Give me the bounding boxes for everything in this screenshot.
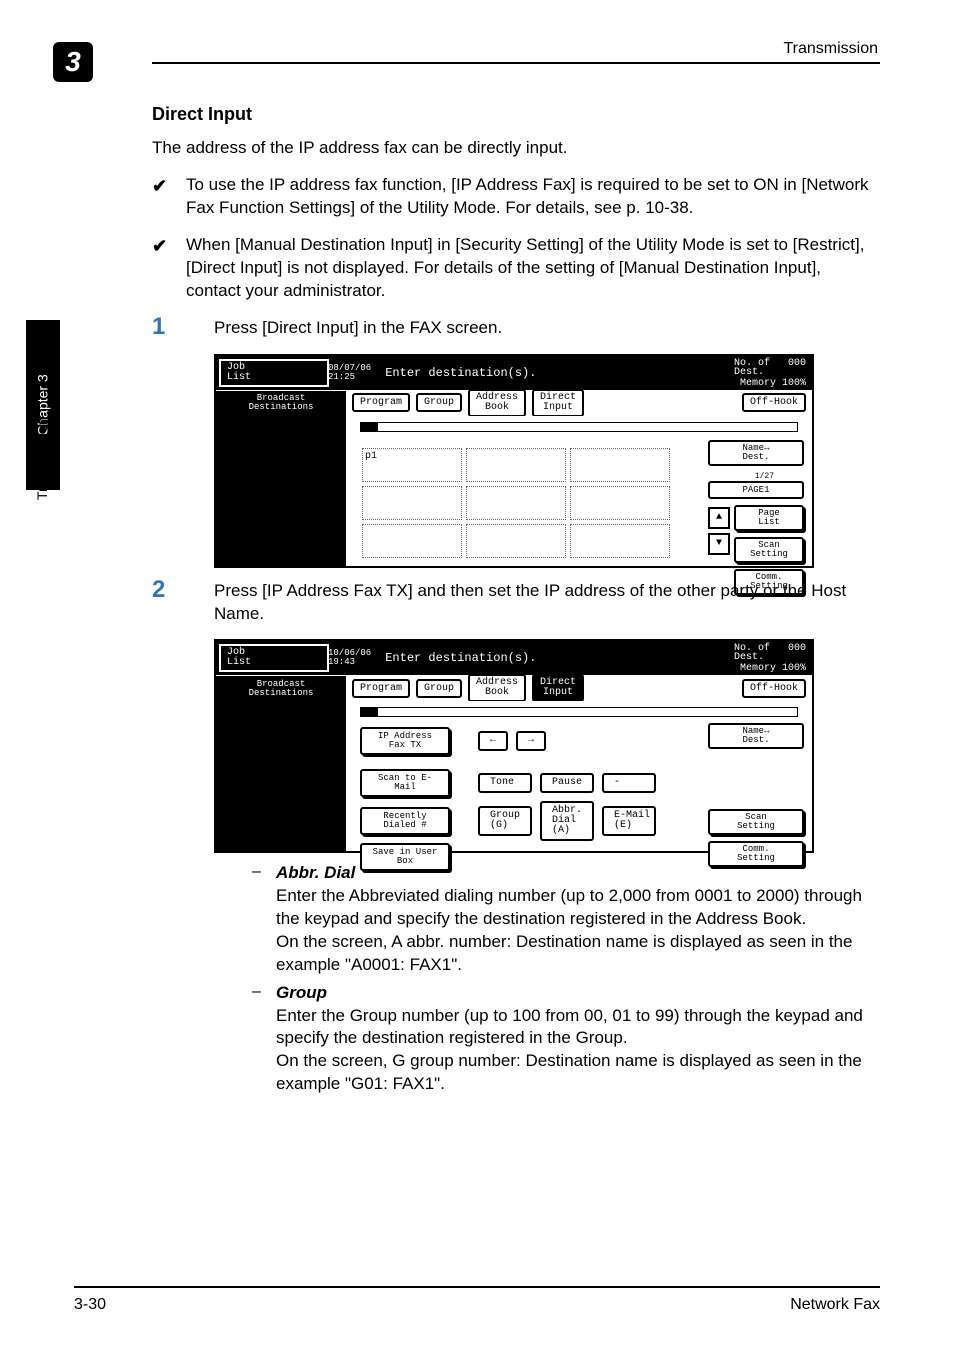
group-tab[interactable]: Group (416, 679, 462, 698)
definition-term: Group (276, 983, 327, 1002)
name-dest-toggle[interactable]: Name↔ Dest. (708, 440, 804, 466)
dest-cell[interactable] (570, 486, 670, 520)
email-e-button[interactable]: E-Mail (E) (602, 806, 656, 836)
dest-cell[interactable] (466, 524, 566, 558)
dest-cell[interactable] (466, 448, 566, 482)
scan-setting-button[interactable]: Scan Setting (734, 537, 804, 563)
definition-desc: Enter the Abbreviated dialing number (up… (276, 885, 874, 976)
step-text: Press [Direct Input] in the FAX screen. (214, 317, 874, 340)
step-1: 1 Press [Direct Input] in the FAX screen… (152, 317, 874, 340)
footer-title: Network Fax (790, 1296, 880, 1314)
step-number: 1 (152, 313, 165, 341)
dest-count: 000 (788, 358, 806, 369)
definition-group: – Group Enter the Group number (up to 10… (252, 983, 874, 1096)
page-up-button[interactable]: ▲ (708, 507, 730, 529)
step-text: Press [IP Address Fax TX] and then set t… (214, 580, 874, 626)
side-vertical-text: Transmission (34, 417, 50, 500)
chapter-number-badge: 3 (53, 42, 93, 82)
direct-input-tab-active[interactable]: Direct Input (532, 674, 584, 702)
section-title: Direct Input (152, 104, 874, 125)
off-hook-button[interactable]: Off-Hook (742, 679, 806, 698)
address-book-tab[interactable]: Address Book (468, 674, 526, 702)
definition-term: Abbr. Dial (276, 863, 355, 882)
memory-label: Memory 100% (734, 663, 806, 674)
dash-icon: – (252, 863, 261, 881)
address-book-tab[interactable]: Address Book (468, 389, 526, 417)
name-dest-toggle[interactable]: Name↔ Dest. (708, 723, 804, 749)
direct-input-tab[interactable]: Direct Input (532, 389, 584, 417)
dest-cell[interactable] (362, 486, 462, 520)
dest-cell[interactable] (466, 486, 566, 520)
group-g-button[interactable]: Group (G) (478, 806, 532, 836)
dest-cell[interactable]: p1 (362, 448, 462, 482)
dest-cell[interactable] (570, 448, 670, 482)
step-2: 2 Press [IP Address Fax TX] and then set… (152, 580, 874, 626)
scan-setting-button[interactable]: Scan Setting (708, 809, 804, 835)
note-text-2: When [Manual Destination Input] in [Secu… (186, 234, 874, 303)
tone-button[interactable]: Tone (478, 773, 532, 793)
step-number: 2 (152, 576, 165, 604)
ip-address-fax-tx-button[interactable]: IP Address Fax TX (360, 727, 450, 755)
dest-cell[interactable] (362, 524, 462, 558)
dash-button[interactable]: - (602, 773, 656, 793)
time-label: 21:25 (328, 373, 371, 382)
section-lead: The address of the IP address fax can be… (152, 137, 874, 160)
job-list-button[interactable]: Job List (219, 644, 329, 672)
abbr-dial-a-button[interactable]: Abbr. Dial (A) (540, 801, 594, 841)
fax-screenshot-1: Job List 08/07/06 21:25 Enter destinatio… (214, 354, 814, 568)
check-icon: ✔ (152, 176, 167, 197)
program-tab[interactable]: Program (352, 679, 410, 698)
fax-screenshot-2: Job List 10/06/06 19:43 Enter destinatio… (214, 639, 814, 853)
footer-rule (74, 1286, 880, 1288)
cursor-left-button[interactable]: ← (478, 731, 508, 751)
dest-cell[interactable] (570, 524, 670, 558)
instruction-text: Enter destination(s). (385, 366, 536, 380)
off-hook-button[interactable]: Off-Hook (742, 393, 806, 412)
note-bullet-2: ✔ When [Manual Destination Input] in [Se… (152, 234, 874, 303)
memory-label: Memory 100% (734, 378, 806, 389)
page-list-button[interactable]: Page List (734, 505, 804, 531)
group-tab[interactable]: Group (416, 393, 462, 412)
time-label: 19:43 (328, 658, 371, 667)
check-icon: ✔ (152, 236, 167, 257)
page-down-button[interactable]: ▼ (708, 533, 730, 555)
definition-abbr-dial: – Abbr. Dial Enter the Abbreviated diali… (252, 863, 874, 976)
definition-desc: Enter the Group number (up to 100 from 0… (276, 1005, 874, 1096)
broadcast-destinations-label: Broadcast Destinations (216, 675, 346, 701)
recently-dialed-button[interactable]: Recently Dialed # (360, 807, 450, 835)
job-list-bottom: List (227, 658, 321, 668)
dash-icon: – (252, 983, 261, 1001)
note-bullet-1: ✔ To use the IP address fax function, [I… (152, 174, 874, 220)
header-title: Transmission (783, 40, 878, 58)
page1-button[interactable]: PAGE1 (708, 481, 804, 499)
pause-button[interactable]: Pause (540, 773, 594, 793)
scan-to-email-button[interactable]: Scan to E-Mail (360, 769, 450, 797)
header-rule (152, 62, 880, 64)
footer-page-number: 3-30 (74, 1296, 106, 1314)
chapter-number: 3 (65, 46, 81, 78)
progress-bar (360, 422, 798, 432)
note-text-1: To use the IP address fax function, [IP … (186, 174, 874, 220)
progress-bar (360, 707, 798, 717)
cursor-right-button[interactable]: → (516, 731, 546, 751)
page-fraction: 1/27 (708, 472, 804, 481)
job-list-bottom: List (227, 373, 321, 383)
instruction-text: Enter destination(s). (385, 651, 536, 665)
dest-count: 000 (788, 643, 806, 654)
job-list-button[interactable]: Job List (219, 359, 329, 387)
broadcast-destinations-label: Broadcast Destinations (216, 390, 346, 416)
program-tab[interactable]: Program (352, 393, 410, 412)
